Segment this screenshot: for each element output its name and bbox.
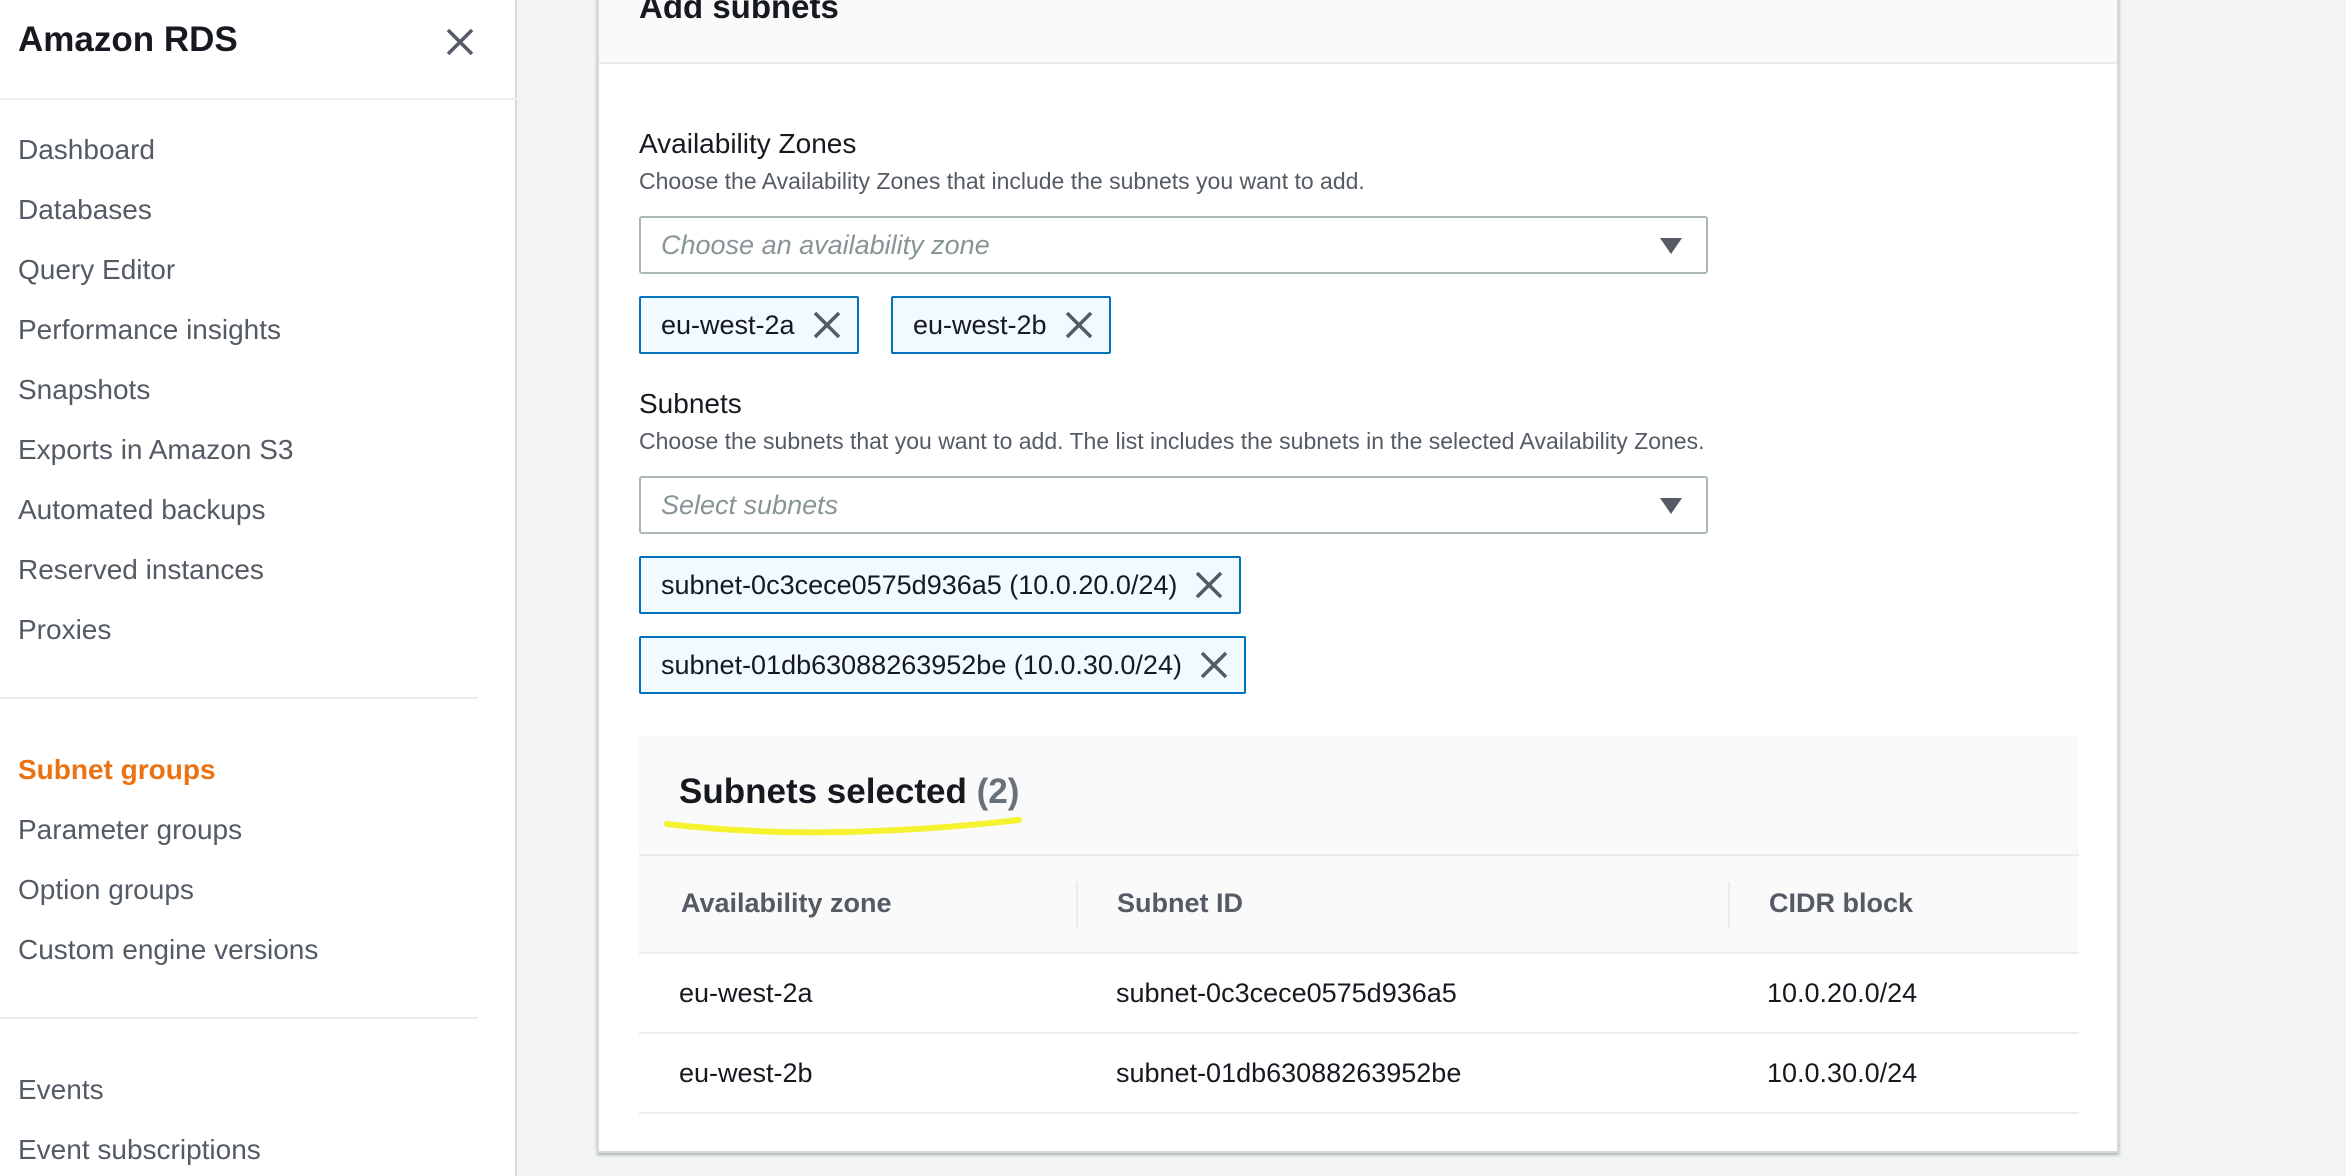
subnets-select[interactable]: Select subnets bbox=[639, 476, 1708, 534]
subnets-selected-title: Subnets selected (2) bbox=[679, 772, 1019, 812]
cell-cidr-block: 10.0.30.0/24 bbox=[1767, 1058, 1918, 1088]
cell-availability-zone: eu-west-2b bbox=[679, 1058, 813, 1088]
table-row: eu-west-2a subnet-0c3cece0575d936a5 10.0… bbox=[639, 954, 2079, 1034]
az-token-label: eu-west-2b bbox=[913, 309, 1047, 340]
sidebar-item-events[interactable]: Events bbox=[18, 1074, 104, 1106]
sidebar-close-button[interactable] bbox=[438, 20, 482, 64]
az-token-label: eu-west-2a bbox=[661, 309, 795, 340]
sidebar-item-option-groups[interactable]: Option groups bbox=[18, 874, 194, 906]
sidebar-item-custom-engine-versions[interactable]: Custom engine versions bbox=[18, 934, 318, 966]
sidebar-item-exports-s3[interactable]: Exports in Amazon S3 bbox=[18, 434, 293, 466]
sidebar-item-subnet-groups[interactable]: Subnet groups bbox=[18, 754, 216, 786]
subnets-selected-header: Subnets selected (2) bbox=[639, 736, 2079, 856]
panel-header: Add subnets bbox=[599, 0, 2117, 64]
column-separator[interactable] bbox=[1728, 882, 1730, 928]
sidebar-divider bbox=[0, 697, 478, 699]
table-header: Availability zone Subnet ID CIDR block bbox=[639, 856, 2079, 954]
close-icon[interactable] bbox=[1061, 307, 1097, 343]
caret-down-icon bbox=[1660, 238, 1682, 254]
sidebar-item-dashboard[interactable]: Dashboard bbox=[18, 134, 155, 166]
cell-availability-zone: eu-west-2a bbox=[679, 978, 813, 1008]
sidebar-item-snapshots[interactable]: Snapshots bbox=[18, 374, 150, 406]
availability-zones-label: Availability Zones bbox=[639, 128, 857, 159]
cell-subnet-id: subnet-0c3cece0575d936a5 bbox=[1116, 978, 1457, 1008]
panel-title: Add subnets bbox=[639, 0, 839, 25]
az-token: eu-west-2a bbox=[639, 296, 859, 354]
column-header-cidr-block[interactable]: CIDR block bbox=[1769, 888, 1913, 919]
sidebar-item-parameter-groups[interactable]: Parameter groups bbox=[18, 814, 242, 846]
subnet-token: subnet-0c3cece0575d936a5 (10.0.20.0/24) bbox=[639, 556, 1242, 614]
sidebar-item-reserved-instances[interactable]: Reserved instances bbox=[18, 554, 264, 586]
subnets-selected-table: Subnets selected (2) Availability zone S… bbox=[639, 736, 2079, 1114]
close-icon[interactable] bbox=[1191, 567, 1227, 603]
add-subnets-panel: Add subnets Availability Zones Choose th… bbox=[597, 0, 2119, 1153]
close-icon[interactable] bbox=[1196, 647, 1232, 683]
subnets-selected-title-text: Subnets selected bbox=[679, 772, 967, 811]
close-icon bbox=[446, 28, 474, 56]
subnet-token: subnet-01db63088263952be (10.0.30.0/24) bbox=[639, 636, 1246, 694]
subnet-token-label: subnet-01db63088263952be (10.0.30.0/24) bbox=[661, 649, 1182, 680]
column-header-availability-zone[interactable]: Availability zone bbox=[681, 888, 892, 919]
subnet-token-label: subnet-0c3cece0575d936a5 (10.0.20.0/24) bbox=[661, 569, 1178, 600]
close-icon[interactable] bbox=[809, 307, 845, 343]
subnets-selected-count: (2) bbox=[976, 772, 1020, 811]
sidebar-item-databases[interactable]: Databases bbox=[18, 194, 152, 226]
availability-zone-placeholder: Choose an availability zone bbox=[661, 230, 990, 260]
table-row: eu-west-2b subnet-01db63088263952be 10.0… bbox=[639, 1034, 2079, 1114]
availability-zones-description: Choose the Availability Zones that inclu… bbox=[639, 168, 1365, 194]
subnets-placeholder: Select subnets bbox=[661, 490, 839, 520]
sidebar-divider bbox=[0, 98, 517, 100]
caret-down-icon bbox=[1660, 498, 1682, 514]
az-token: eu-west-2b bbox=[891, 296, 1111, 354]
sidebar-item-event-subscriptions[interactable]: Event subscriptions bbox=[18, 1134, 261, 1166]
cell-cidr-block: 10.0.20.0/24 bbox=[1767, 978, 1918, 1008]
cell-subnet-id: subnet-01db63088263952be bbox=[1116, 1058, 1462, 1088]
subnets-label: Subnets bbox=[639, 388, 742, 419]
availability-zone-select[interactable]: Choose an availability zone bbox=[639, 216, 1708, 274]
sidebar-item-automated-backups[interactable]: Automated backups bbox=[18, 494, 266, 526]
column-separator[interactable] bbox=[1076, 882, 1078, 928]
sidebar-divider bbox=[0, 1017, 478, 1019]
column-header-subnet-id[interactable]: Subnet ID bbox=[1117, 888, 1243, 919]
sidebar-item-performance-insights[interactable]: Performance insights bbox=[18, 314, 281, 346]
sidebar-title: Amazon RDS bbox=[18, 20, 238, 59]
highlight-underline bbox=[664, 817, 1022, 836]
subnets-description: Choose the subnets that you want to add.… bbox=[639, 428, 1705, 454]
sidebar-item-query-editor[interactable]: Query Editor bbox=[18, 254, 175, 286]
sidebar: Amazon RDS Dashboard Databases Query Edi… bbox=[0, 0, 517, 1176]
sidebar-item-proxies[interactable]: Proxies bbox=[18, 614, 111, 646]
